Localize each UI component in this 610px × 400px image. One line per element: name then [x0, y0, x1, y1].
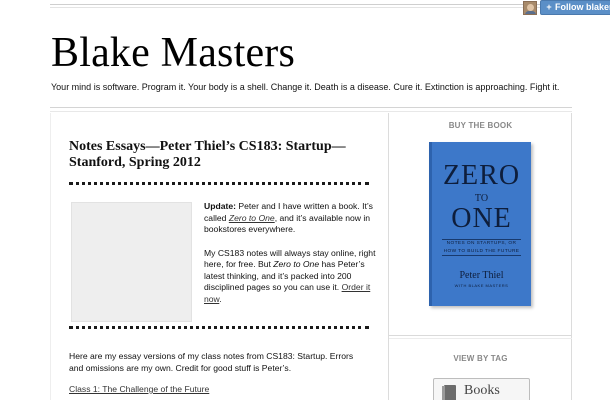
- dotted-divider: [69, 182, 369, 185]
- top-rule-secondary: [50, 7, 572, 8]
- tagline: Your mind is software. Program it. Your …: [51, 82, 560, 92]
- tag-books-label: Books: [464, 383, 500, 398]
- class-1-link[interactable]: Class 1: The Challenge of the Future: [69, 384, 209, 394]
- book-rule: [442, 255, 521, 256]
- plus-icon: +: [546, 2, 552, 12]
- update-label: Update:: [204, 201, 236, 211]
- notes-paragraph: My CS183 notes will always stay online, …: [204, 248, 376, 306]
- header-divider-secondary: [50, 111, 572, 112]
- header-divider: [50, 107, 572, 108]
- book-title-italic: Zero to One: [273, 259, 320, 269]
- book-coauthor: WITH BLAKE MASTERS: [454, 283, 509, 288]
- top-rule: [50, 4, 572, 5]
- update-note: Update: Peter and I have written a book.…: [204, 201, 376, 317]
- book-icon-cover: [444, 385, 456, 400]
- avatar[interactable]: [523, 1, 537, 15]
- view-by-tag-heading: VIEW BY TAG: [453, 354, 508, 363]
- buy-the-book-heading: BUY THE BOOK: [448, 121, 513, 130]
- follow-label: Follow blakema: [555, 2, 610, 12]
- update-paragraph: Update: Peter and I have written a book.…: [204, 201, 376, 236]
- avatar-face: [527, 4, 534, 11]
- book-subtitle-line: NOTES ON STARTUPS, OR: [446, 241, 517, 246]
- intro-paragraph: Here are my essay versions of my class n…: [69, 351, 354, 373]
- notes-text-part: .: [219, 293, 222, 304]
- follow-button[interactable]: +Follow blakema: [540, 0, 610, 15]
- book-title-link[interactable]: Zero to One: [229, 213, 275, 223]
- tag-books-button[interactable]: Books: [433, 378, 530, 400]
- post-image-placeholder: [71, 202, 192, 322]
- sidebar-divider-secondary: [389, 338, 572, 339]
- book-author: Peter Thiel: [459, 270, 504, 281]
- post-title[interactable]: Notes Essays—Peter Thiel’s CS183: Startu…: [69, 139, 369, 171]
- book-cover[interactable]: ZERO TO ONE NOTES ON STARTUPS, OR HOW TO …: [429, 142, 531, 306]
- book-title-zero: ZERO: [442, 160, 521, 191]
- book-icon: [442, 385, 456, 400]
- sidebar-divider: [389, 335, 572, 336]
- book-subtitle: NOTES ON STARTUPS, OR HOW TO BUILD THE FU…: [438, 240, 525, 256]
- dotted-divider: [69, 326, 369, 329]
- book-icon-spine: [442, 386, 445, 400]
- site-title[interactable]: Blake Masters: [51, 29, 295, 77]
- book-title-one: ONE: [451, 203, 512, 234]
- avatar-body: [525, 11, 536, 14]
- book-subtitle-line: HOW TO BUILD THE FUTURE: [443, 249, 520, 254]
